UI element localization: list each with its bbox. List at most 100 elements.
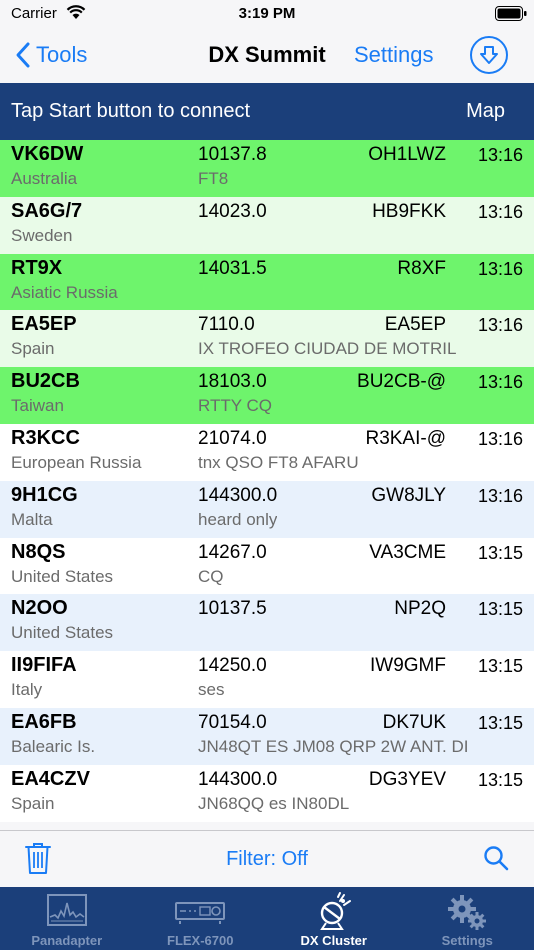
tab-dx-cluster[interactable]: DX Cluster <box>267 887 401 950</box>
spot-frequency: 144300.0 <box>198 768 278 790</box>
spot-frequency: 10137.8 <box>198 144 267 165</box>
spot-time: 13:16 <box>477 201 523 222</box>
spot-time: 13:16 <box>477 258 523 279</box>
spot-frequency: 14031.5 <box>198 257 267 279</box>
spot-time: 13:15 <box>477 712 523 733</box>
spot-country: European Russia <box>11 452 142 472</box>
status-time: 3:19 PM <box>238 5 296 22</box>
filter-button[interactable]: Filter: Off <box>226 848 308 870</box>
radio-icon <box>175 902 226 924</box>
tab-bar: Panadapter FLEX-6700 DX Cluster Settings <box>0 887 534 950</box>
spot-callsign: EA6FB <box>11 710 77 733</box>
spot-country: Spain <box>11 793 55 813</box>
spot-row[interactable]: BU2CB Taiwan 18103.0 RTTY CQ BU2CB-@ 13:16 <box>0 367 534 424</box>
spot-callsign: SA6G/7 <box>11 199 83 222</box>
spot-callsign: 9H1CG <box>11 483 78 506</box>
spot-time: 13:15 <box>477 656 523 677</box>
spot-comment: IX TROFEO CIUDAD DE MOTRIL <box>198 339 457 359</box>
spot-frequency: 7110.0 <box>198 314 255 336</box>
spot-time: 13:15 <box>477 599 523 620</box>
spot-callsign: R3KCC <box>11 426 80 449</box>
status-bar: Carrier 3:19 PM <box>0 0 534 28</box>
spot-frequency: 14023.0 <box>198 200 267 222</box>
map-button[interactable]: Map <box>466 100 505 123</box>
spot-frequency: 144300.0 <box>198 484 278 506</box>
spot-spotter: R8XF <box>397 257 446 279</box>
spot-row[interactable]: RT9X Asiatic Russia 14031.5 R8XF 13:16 <box>0 253 534 311</box>
spot-row[interactable]: VK6DW Australia 10137.8 FT8 OH1LWZ 13:16 <box>0 140 534 197</box>
spot-time: 13:15 <box>477 542 523 563</box>
spot-frequency: 10137.5 <box>198 598 267 620</box>
spot-spotter: NP2Q <box>394 598 446 620</box>
connection-banner: Tap Start button to connect Map <box>0 83 534 140</box>
spot-frequency: 21074.0 <box>198 427 267 449</box>
back-button-label: Tools <box>36 42 88 67</box>
spot-country: Balearic Is. <box>11 736 96 756</box>
spot-frequency: 14267.0 <box>198 541 267 563</box>
settings-button[interactable]: Settings <box>354 42 434 68</box>
spot-spotter: EA5EP <box>384 314 446 336</box>
panadapter-icon <box>46 894 87 926</box>
spot-row[interactable]: 9H1CG Malta 144300.0 heard only GW8JLY 13:16 <box>0 480 534 538</box>
tab-panadapter[interactable]: Panadapter <box>0 887 134 950</box>
spot-country: United States <box>11 566 114 586</box>
navigation-bar: Tools DX Summit Settings <box>0 28 534 83</box>
tab-panadapter-label: Panadapter <box>31 933 103 948</box>
spot-country: United States <box>11 623 114 643</box>
tab-flex-6700-label: FLEX-6700 <box>167 933 234 948</box>
spot-row[interactable]: EA5EP Spain 7110.0 IX TROFEO CIUDAD DE MOTR… <box>0 310 534 368</box>
spot-country: Australia <box>11 169 78 188</box>
spot-callsign: RT9X <box>11 256 63 279</box>
spot-comment: heard only <box>198 509 278 529</box>
spot-time: 13:16 <box>477 315 523 336</box>
spot-spotter: GW8JLY <box>371 484 446 506</box>
spot-row[interactable]: N2OO United States 10137.5 NP2Q 13:15 <box>0 594 534 652</box>
satellite-icon <box>319 892 351 930</box>
bottom-toolbar: Filter: Off <box>0 830 534 887</box>
spot-row[interactable]: SA6G/7 Sweden 14023.0 HB9FKK 13:16 <box>0 196 534 254</box>
spot-list[interactable]: VK6DW Australia 10137.8 FT8 OH1LWZ 13:16 SA6G/… <box>0 140 534 830</box>
chevron-left-icon <box>16 42 30 68</box>
spot-comment: CQ <box>198 566 224 586</box>
spot-callsign: EA5EP <box>11 313 77 336</box>
tab-dx-cluster-label: DX Cluster <box>300 933 367 948</box>
spot-country: Spain <box>11 339 55 359</box>
spot-time: 13:16 <box>477 372 523 393</box>
spot-comment: ses <box>198 680 225 700</box>
spot-country: Sweden <box>11 225 73 245</box>
spot-row[interactable]: R3KCC European Russia 21074.0 tnx QSO FT8 A… <box>0 423 534 481</box>
spot-frequency: 70154.0 <box>198 711 267 733</box>
gear-icon <box>448 895 487 930</box>
spot-callsign: BU2CB <box>11 370 80 393</box>
spot-comment: RTTY CQ <box>198 396 272 416</box>
spot-row[interactable]: EA4CZV Spain 144300.0 JN68QQ es IN80DL DG3YE… <box>0 764 534 822</box>
download-button[interactable] <box>470 36 508 74</box>
spot-frequency: 14250.0 <box>198 655 267 677</box>
search-icon[interactable] <box>483 845 509 871</box>
spot-spotter: BU2CB-@ <box>357 371 446 393</box>
filter-status: Filter: Off <box>0 848 534 871</box>
tab-settings[interactable]: Settings <box>401 887 534 950</box>
spot-country: Taiwan <box>11 396 64 416</box>
spot-spotter: OH1LWZ <box>368 144 446 165</box>
spot-time: 13:16 <box>477 428 523 449</box>
battery-icon <box>495 6 527 21</box>
spot-callsign: VK6DW <box>11 143 84 165</box>
spot-country: Italy <box>11 680 43 700</box>
spot-spotter: DK7UK <box>382 711 446 733</box>
spot-spotter: DG3YEV <box>368 768 446 790</box>
back-button[interactable]: Tools <box>14 40 87 70</box>
spot-row[interactable]: N8QS United States 14267.0 CQ VA3CME 13:15 <box>0 537 534 595</box>
spot-time: 13:15 <box>477 769 523 790</box>
arrow-down-icon <box>480 46 498 64</box>
spot-country: Asiatic Russia <box>11 282 118 302</box>
spot-row[interactable]: EA6FB Balearic Is. 70154.0 JN48QT ES JM08 Q… <box>0 707 534 765</box>
spot-callsign: II9FIFA <box>11 654 77 677</box>
spot-spotter: IW9GMF <box>370 655 446 677</box>
spot-comment: JN68QQ es IN80DL <box>198 793 350 813</box>
spot-callsign: EA4CZV <box>11 767 90 790</box>
tab-flex-6700[interactable]: FLEX-6700 <box>134 887 268 950</box>
spot-row[interactable]: II9FIFA Italy 14250.0 ses IW9GMF 13:15 <box>0 651 534 708</box>
spot-spotter: HB9FKK <box>372 200 446 222</box>
spot-spotter: VA3CME <box>369 541 446 563</box>
